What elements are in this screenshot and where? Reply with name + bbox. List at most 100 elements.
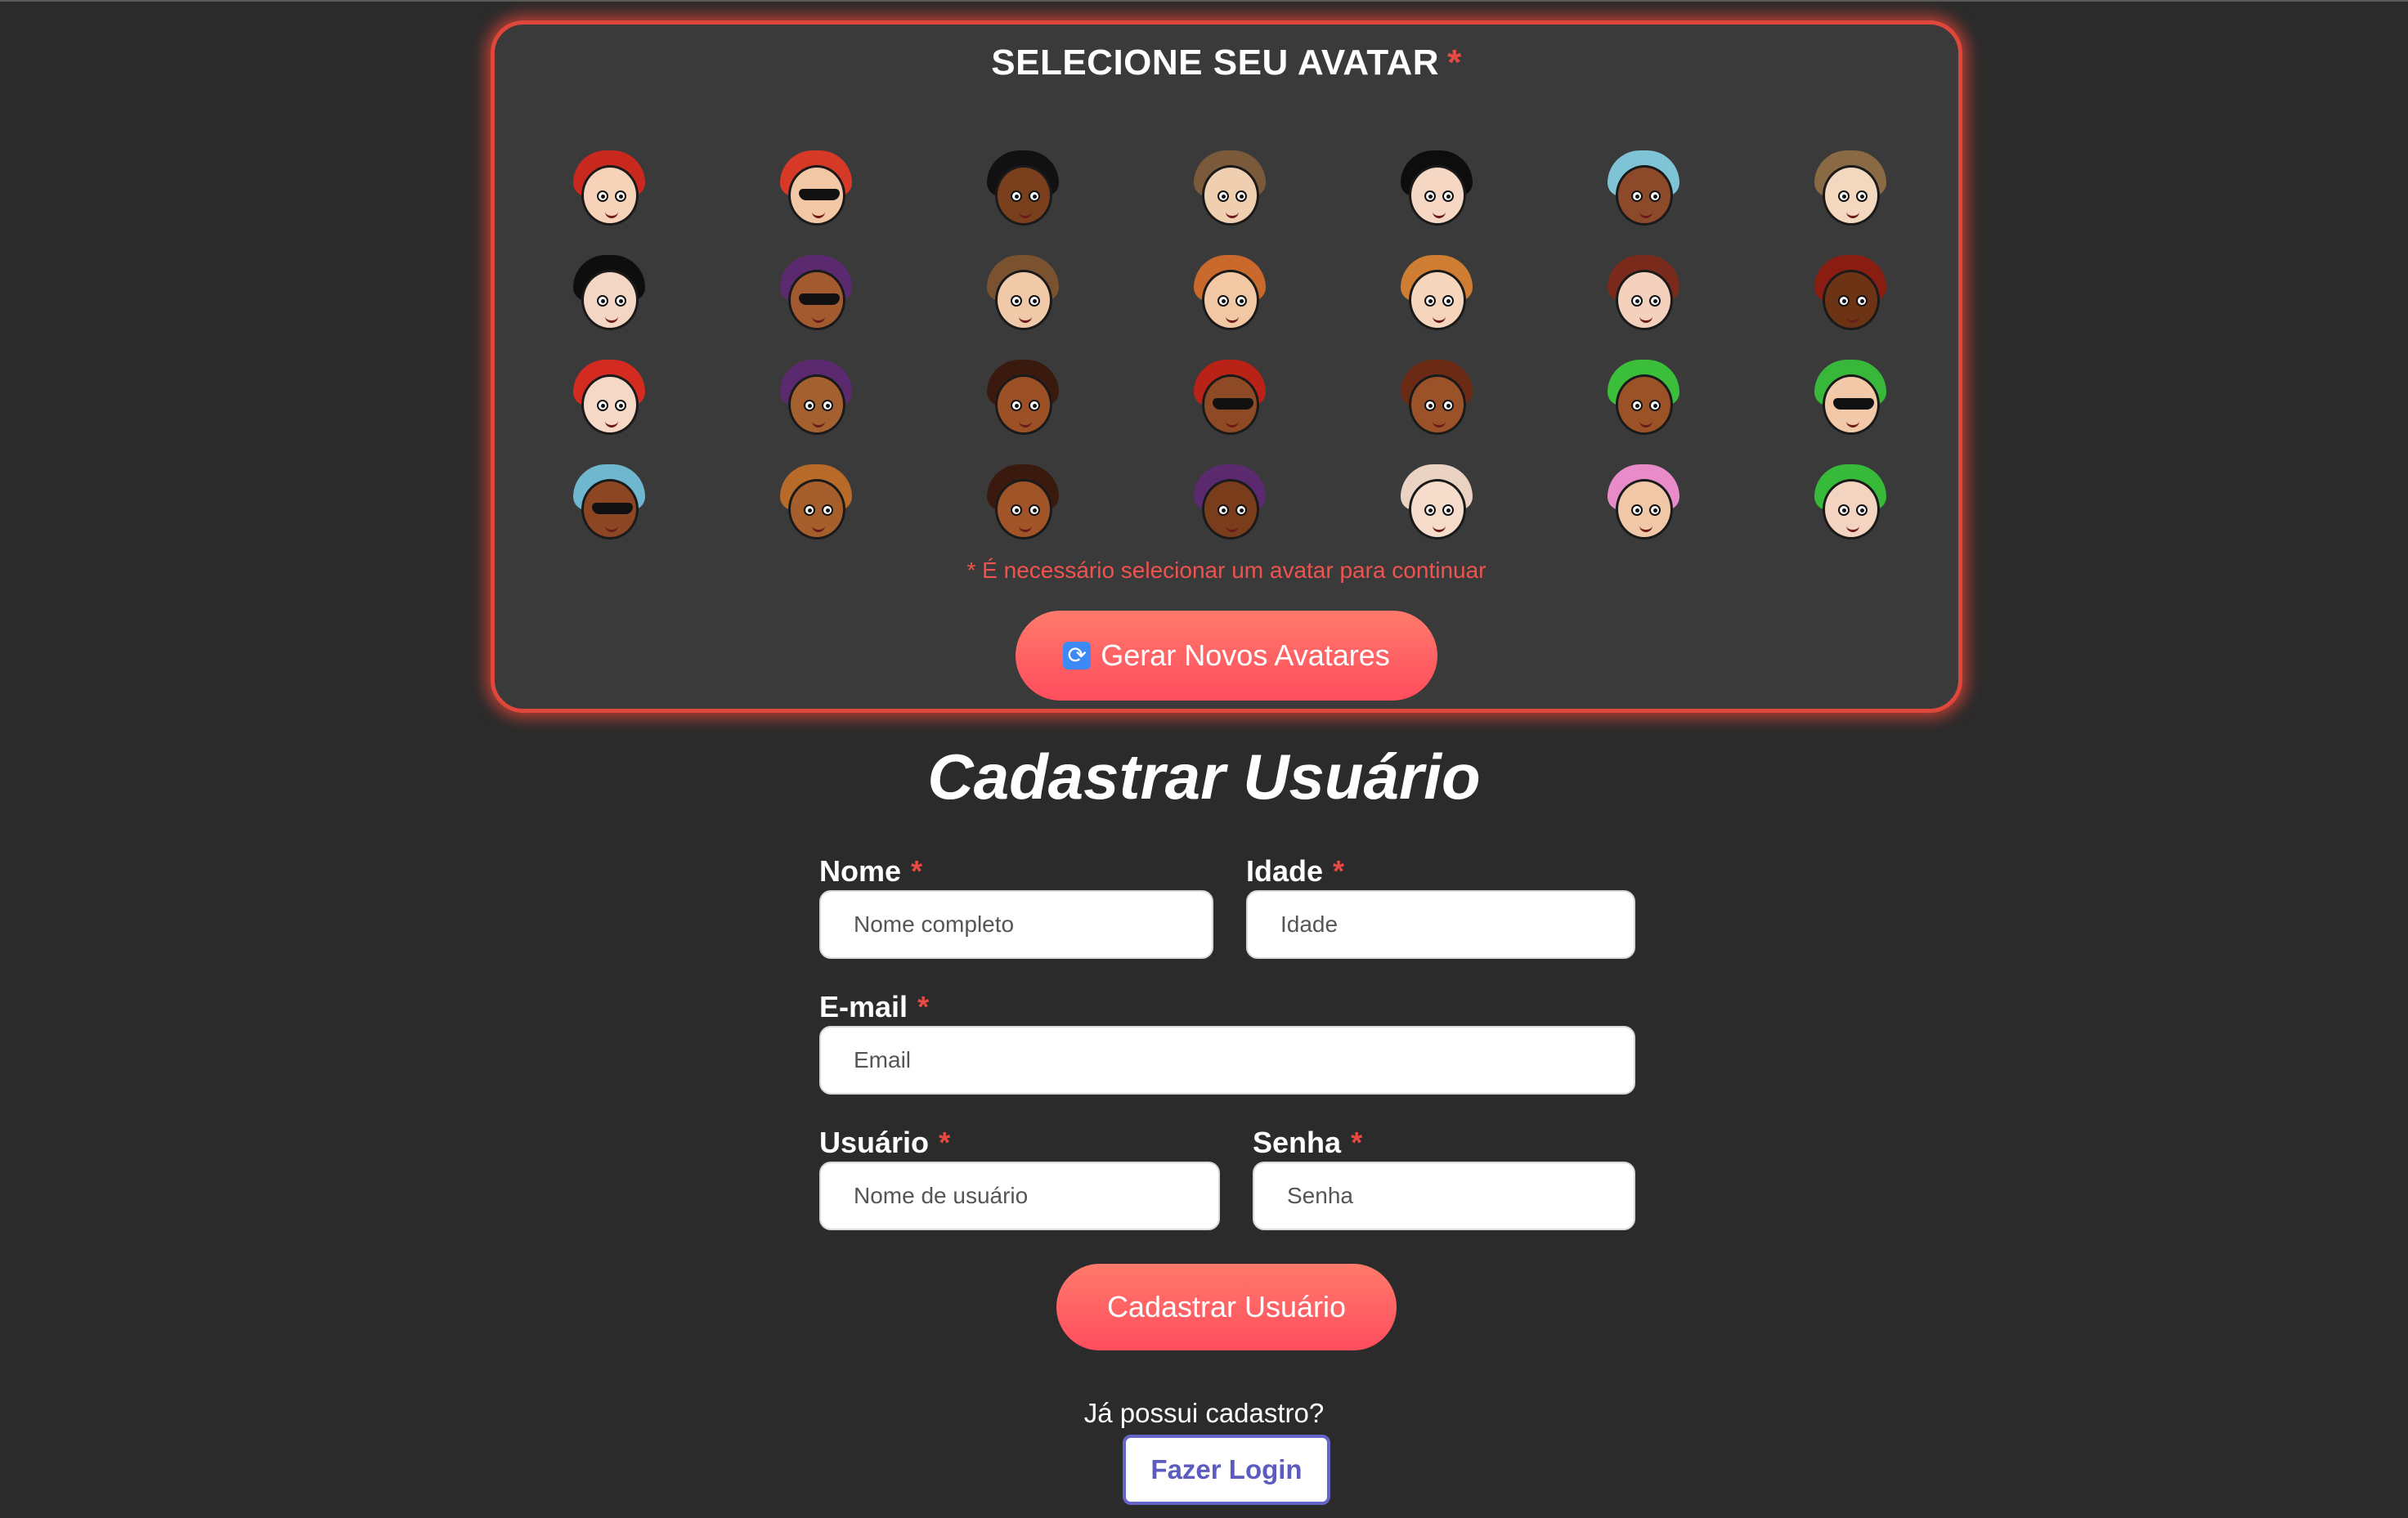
avatar-option[interactable]	[777, 150, 855, 229]
avatar-option[interactable]	[777, 464, 855, 543]
avatar-eye	[822, 504, 833, 516]
password-label-text: Senha	[1253, 1126, 1342, 1159]
avatar-option[interactable]	[570, 464, 648, 543]
avatar-selection-panel: SELECIONE SEU AVATAR * * É necessário sel…	[491, 20, 1962, 713]
avatar-eye	[1838, 295, 1850, 307]
avatar-eye	[1217, 504, 1229, 516]
generate-new-avatars-label: Gerar Novos Avatares	[1101, 638, 1390, 672]
age-label: Idade *	[1246, 854, 1344, 889]
avatar-face	[1202, 165, 1259, 226]
avatar-option[interactable]	[777, 360, 855, 438]
avatar-mouth	[812, 315, 825, 323]
avatar-face	[1823, 479, 1880, 540]
avatar-eye	[1029, 504, 1040, 516]
avatar-mouth	[1639, 419, 1652, 428]
avatar-eye	[804, 504, 815, 516]
age-input[interactable]	[1246, 890, 1635, 959]
avatar-face	[995, 270, 1052, 330]
avatar-eye	[1442, 504, 1454, 516]
avatar-eye	[1011, 400, 1022, 411]
avatar-option[interactable]	[1604, 360, 1683, 438]
avatar-eye	[1217, 190, 1229, 202]
avatar-mouth	[1019, 315, 1032, 323]
avatar-grid	[495, 131, 1958, 556]
avatar-option[interactable]	[570, 360, 648, 438]
sunglasses-icon	[1213, 398, 1253, 410]
avatar-face	[1823, 374, 1880, 435]
name-input[interactable]	[819, 890, 1213, 959]
avatar-mouth	[812, 419, 825, 428]
email-label-text: E-mail	[819, 990, 908, 1023]
avatar-eye	[1235, 190, 1247, 202]
avatar-eye	[1442, 400, 1454, 411]
avatar-option[interactable]	[1191, 360, 1269, 438]
avatar-option[interactable]	[570, 255, 648, 334]
avatar-mouth	[1019, 210, 1032, 218]
avatar-option[interactable]	[1191, 150, 1269, 229]
avatar-option[interactable]	[1191, 464, 1269, 543]
register-user-button[interactable]: Cadastrar Usuário	[1056, 1264, 1397, 1350]
avatar-mouth	[1226, 315, 1239, 323]
login-button[interactable]: Fazer Login	[1123, 1435, 1330, 1505]
avatar-option[interactable]	[1191, 255, 1269, 334]
avatar-face	[581, 479, 639, 540]
avatar-option[interactable]	[570, 150, 648, 229]
avatar-face	[1409, 270, 1466, 330]
generate-new-avatars-button[interactable]: ⟳ Gerar Novos Avatares	[1016, 611, 1437, 701]
sunglasses-icon	[799, 189, 840, 200]
avatar-required-warning: * É necessário selecionar um avatar para…	[966, 557, 1487, 583]
avatar-mouth	[1639, 315, 1652, 323]
avatar-eye	[822, 400, 833, 411]
avatar-eye	[1424, 400, 1436, 411]
avatar-face	[788, 479, 845, 540]
avatar-option[interactable]	[984, 464, 1062, 543]
avatar-eye	[1011, 295, 1022, 307]
avatar-face	[581, 165, 639, 226]
avatar-option[interactable]	[1397, 150, 1476, 229]
avatar-mouth	[1226, 524, 1239, 532]
avatar-option[interactable]	[1397, 360, 1476, 438]
avatar-mouth	[1846, 210, 1859, 218]
avatar-face	[1616, 374, 1673, 435]
required-asterisk: *	[1447, 43, 1462, 83]
top-divider	[0, 0, 2408, 2]
avatar-option[interactable]	[1397, 255, 1476, 334]
avatar-mouth	[1846, 315, 1859, 323]
avatar-eye	[597, 190, 608, 202]
avatar-option[interactable]	[1397, 464, 1476, 543]
avatar-option[interactable]	[1811, 360, 1890, 438]
avatar-mouth	[812, 210, 825, 218]
avatar-mouth	[605, 315, 618, 323]
avatar-option[interactable]	[984, 150, 1062, 229]
avatar-option[interactable]	[984, 360, 1062, 438]
avatar-eye	[1856, 190, 1868, 202]
avatar-option[interactable]	[1811, 464, 1890, 543]
avatar-face	[1202, 479, 1259, 540]
avatar-option[interactable]	[1604, 464, 1683, 543]
avatar-eye	[1029, 400, 1040, 411]
username-input[interactable]	[819, 1162, 1220, 1230]
avatar-face	[1823, 270, 1880, 330]
required-asterisk: *	[911, 854, 923, 888]
email-input[interactable]	[819, 1026, 1635, 1095]
avatar-mouth	[1639, 210, 1652, 218]
avatar-eye	[1235, 295, 1247, 307]
avatar-face	[995, 479, 1052, 540]
avatar-mouth	[1226, 210, 1239, 218]
avatar-eye	[1217, 295, 1229, 307]
avatar-face	[788, 270, 845, 330]
avatar-eye	[1649, 190, 1661, 202]
username-label: Usuário *	[819, 1126, 950, 1160]
avatar-option[interactable]	[777, 255, 855, 334]
required-asterisk: *	[1351, 1126, 1363, 1159]
avatar-option[interactable]	[1811, 150, 1890, 229]
avatar-option[interactable]	[1604, 150, 1683, 229]
avatar-mouth	[812, 524, 825, 532]
password-input[interactable]	[1253, 1162, 1635, 1230]
avatar-eye	[1442, 190, 1454, 202]
avatar-option[interactable]	[984, 255, 1062, 334]
avatar-option[interactable]	[1604, 255, 1683, 334]
avatar-option[interactable]	[1811, 255, 1890, 334]
avatar-eye	[615, 400, 626, 411]
avatar-face	[995, 165, 1052, 226]
